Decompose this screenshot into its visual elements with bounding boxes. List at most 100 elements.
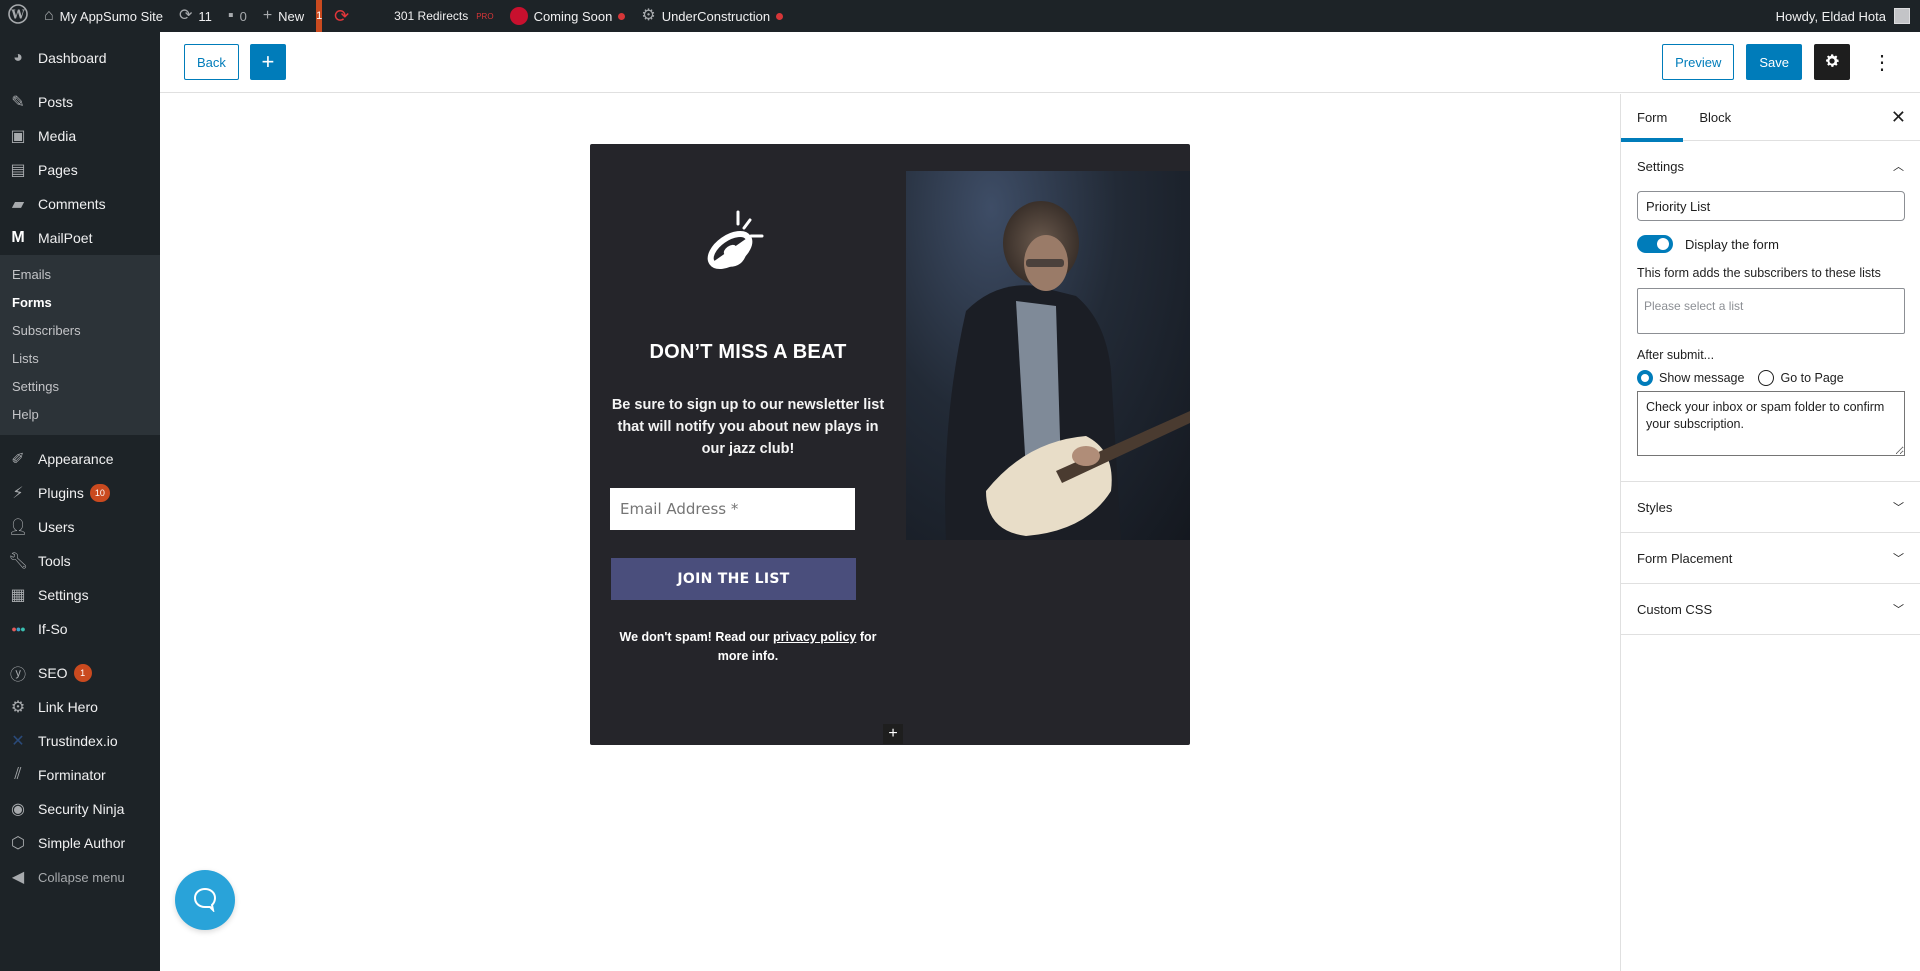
custom-css-section-toggle[interactable]: Custom CSS ﹀ — [1621, 584, 1920, 634]
help-chat-button[interactable] — [175, 870, 235, 930]
privacy-policy-link[interactable]: privacy policy — [773, 630, 856, 644]
sidebar-item-label: Tools — [38, 553, 71, 569]
sidebar-item-label: Plugins — [38, 485, 84, 501]
sidebar-item-simple-author[interactable]: ⬡ Simple Author — [0, 826, 160, 860]
coming-soon-icon — [509, 7, 528, 25]
notice-count-badge[interactable]: 1 — [316, 0, 322, 32]
sidebar-item-label: MailPoet — [38, 230, 93, 246]
sidebar-item-label: Settings — [38, 587, 89, 603]
sidebar-item-security-ninja[interactable]: ◉ Security Ninja — [0, 792, 160, 826]
custom-css-section-title: Custom CSS — [1637, 601, 1713, 617]
mailpoet-icon: M — [11, 229, 25, 246]
submenu-item-lists[interactable]: Lists — [0, 344, 160, 372]
form-heading: DON’T MISS A BEAT — [649, 341, 847, 363]
sidebar-item-comments[interactable]: ▰ Comments — [0, 187, 160, 221]
tab-form[interactable]: Form — [1621, 94, 1684, 142]
gear-icon: ⚙ — [10, 699, 26, 716]
settings-toggle-button[interactable] — [1814, 44, 1850, 80]
comments-menu[interactable]: ▪ 0 — [220, 0, 255, 32]
sidebar-item-users[interactable]: 👤︎ Users — [0, 510, 160, 544]
comment-icon: ▰ — [11, 196, 25, 213]
sidebar-item-forminator[interactable]: ⫽ Forminator — [0, 758, 160, 792]
submenu-item-emails[interactable]: Emails — [0, 260, 160, 288]
spam-note-prefix: We don't spam! Read our — [619, 630, 773, 644]
sidebar-item-trustindex[interactable]: ✕ Trustindex.io — [0, 724, 160, 758]
svg-text:W: W — [10, 8, 25, 22]
email-field[interactable] — [610, 488, 855, 530]
sidebar-item-posts[interactable]: ✎ Posts — [0, 85, 160, 119]
submenu-item-forms[interactable]: Forms — [0, 288, 160, 316]
show-message-radio[interactable] — [1637, 370, 1653, 386]
form-name-input[interactable] — [1637, 191, 1905, 221]
updates-menu[interactable]: ⟳ 11 — [171, 0, 220, 32]
admin-bar: W ⌂ My AppSumo Site ⟳ 11 ▪ 0 + New 1 ⟳ 3… — [0, 0, 1920, 32]
settings-panel: Form Block ✕ Settings ︿ Display the form… — [1620, 94, 1920, 971]
gear-icon — [1823, 52, 1841, 73]
success-message-textarea[interactable]: Check your inbox or spam folder to confi… — [1637, 391, 1905, 456]
greeting: Howdy, Eldad Hota — [1775, 8, 1886, 24]
sidebar-item-ifso[interactable]: ●●● If-So — [0, 612, 160, 646]
preview-button[interactable]: Preview — [1662, 44, 1735, 80]
display-form-toggle[interactable] — [1637, 235, 1673, 253]
form-preview-block[interactable]: DON’T MISS A BEAT Be sure to sign up to … — [590, 144, 1190, 745]
account-menu[interactable]: Howdy, Eldad Hota — [1776, 8, 1920, 24]
cog-icon: ⚙ — [641, 7, 656, 24]
sidebar-item-tools[interactable]: 🔧︎ Tools — [0, 544, 160, 578]
new-label: New — [278, 8, 305, 24]
dashboard-icon: ◕ — [13, 49, 23, 66]
styles-section-toggle[interactable]: Styles ﹀ — [1621, 482, 1920, 532]
under-construction-menu[interactable]: ⚙ UnderConstruction — [633, 0, 791, 32]
spam-note: We don't spam! Read our privacy policy f… — [606, 628, 890, 666]
more-options-button[interactable]: ⋮ — [1870, 44, 1894, 80]
form-placement-section-toggle[interactable]: Form Placement ﹀ — [1621, 533, 1920, 583]
brush-icon: ✐ — [11, 451, 25, 468]
sidebar-item-link-hero[interactable]: ⚙ Link Hero — [0, 690, 160, 724]
add-block-inline-button[interactable]: + — [883, 724, 903, 744]
sidebar-item-seo[interactable]: ⓨ SEO 1 — [0, 656, 160, 690]
list-select-input[interactable]: Please select a list — [1637, 288, 1905, 334]
chevron-down-icon: ﹀ — [1893, 502, 1904, 514]
close-panel-button[interactable]: ✕ — [1891, 107, 1906, 128]
plus-icon: + — [262, 7, 273, 24]
join-list-button[interactable]: JOIN THE LIST — [611, 558, 856, 600]
add-block-button[interactable]: + — [249, 44, 286, 80]
tab-block[interactable]: Block — [1683, 94, 1747, 141]
comment-bubble-icon: ▪ — [227, 7, 234, 24]
settings-section-toggle[interactable]: Settings ︿ — [1621, 141, 1920, 191]
collapse-menu-button[interactable]: ◀ Collapse menu — [0, 860, 160, 894]
sidebar-item-plugins[interactable]: ⚡ Plugins 10 — [0, 476, 160, 510]
sidebar-item-label: Link Hero — [38, 699, 98, 715]
sidebar-item-media[interactable]: ▣ Media — [0, 119, 160, 153]
sidebar-item-label: Simple Author — [38, 835, 126, 851]
site-name-menu[interactable]: ⌂ My AppSumo Site — [36, 0, 171, 32]
trustindex-icon: ✕ — [11, 733, 25, 750]
submenu-item-help[interactable]: Help — [0, 400, 160, 428]
sync-plugin-menu[interactable]: ⟳ — [326, 0, 386, 32]
plugin-icon: ⚡ — [12, 485, 24, 502]
wp-logo-menu[interactable]: W — [0, 0, 36, 32]
chat-bubble-icon — [192, 886, 218, 915]
submenu-item-subscribers[interactable]: Subscribers — [0, 316, 160, 344]
sidebar-item-label: Dashboard — [38, 50, 107, 66]
redirects-menu[interactable]: 301 Redirects PRO — [386, 0, 501, 32]
sidebar-item-mailpoet[interactable]: M MailPoet — [0, 221, 160, 255]
pin-icon: ✎ — [11, 94, 25, 111]
under-construction-label: UnderConstruction — [661, 8, 771, 24]
header-actions: Preview Save ⋮ — [1662, 44, 1920, 80]
wordpress-logo-icon: W — [8, 4, 28, 28]
settings-section-title: Settings — [1637, 158, 1684, 174]
editor-header: Back + Preview Save ⋮ — [160, 32, 1920, 93]
save-button[interactable]: Save — [1746, 44, 1802, 80]
new-content-menu[interactable]: + New — [255, 0, 312, 32]
coming-soon-menu[interactable]: Coming Soon — [502, 0, 634, 32]
submenu-item-settings[interactable]: Settings — [0, 372, 160, 400]
go-to-page-radio[interactable] — [1758, 370, 1775, 386]
form-description: Be sure to sign up to our newsletter lis… — [611, 397, 885, 457]
sidebar-item-pages[interactable]: ▤ Pages — [0, 153, 160, 187]
guitarist-image[interactable] — [906, 171, 1190, 540]
sidebar-item-dashboard[interactable]: ◕ Dashboard — [0, 41, 160, 75]
sidebar-item-settings[interactable]: ▦ Settings — [0, 578, 160, 612]
chevron-up-icon: ︿ — [1893, 161, 1904, 173]
sidebar-item-appearance[interactable]: ✐ Appearance — [0, 442, 160, 476]
back-button[interactable]: Back — [184, 44, 239, 80]
